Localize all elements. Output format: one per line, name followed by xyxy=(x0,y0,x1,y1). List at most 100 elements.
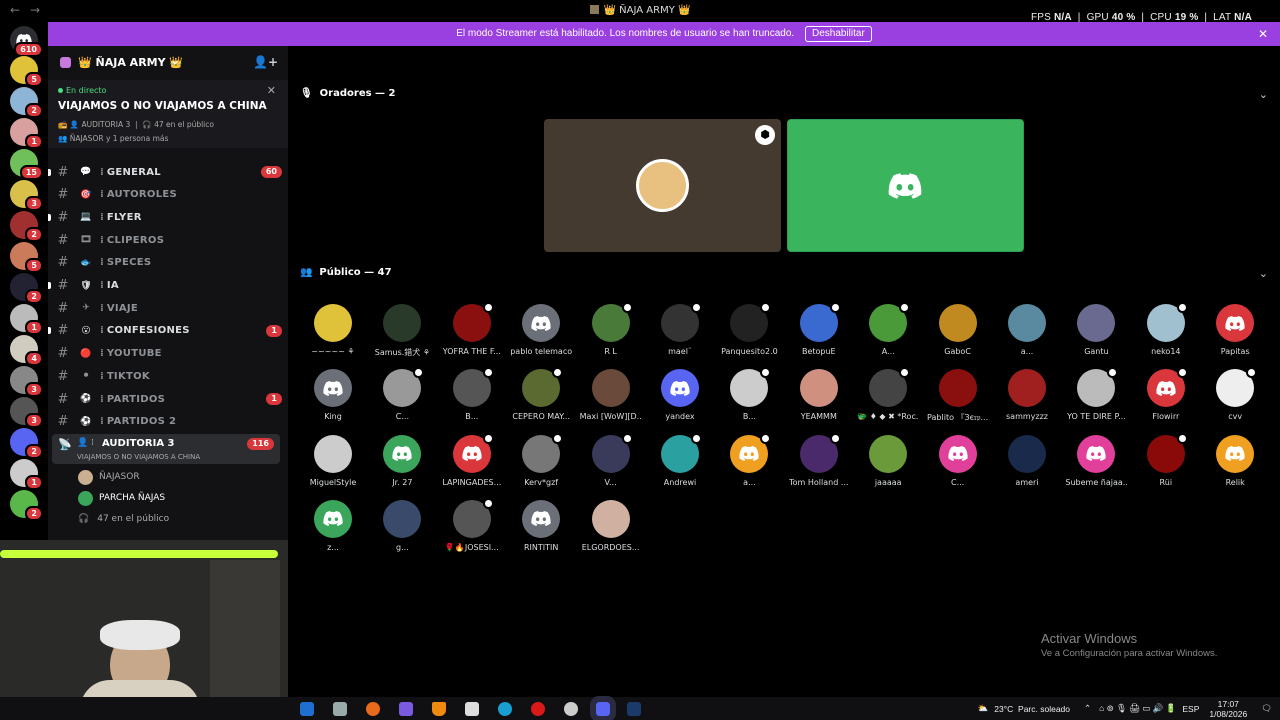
guild-icon[interactable]: 4 xyxy=(10,335,43,366)
audience-member[interactable]: Papitas xyxy=(1204,304,1266,356)
audience-member[interactable]: neko14 xyxy=(1135,302,1197,356)
audience-member[interactable]: King xyxy=(302,369,364,421)
channel-row[interactable]: # 😮 ⁞ CONFESIONES 1 xyxy=(48,321,282,341)
audience-member[interactable]: GaboC xyxy=(927,304,989,356)
audience-member[interactable]: Andrewi xyxy=(649,432,711,487)
audience-member[interactable]: Flowirr xyxy=(1135,367,1197,421)
audience-member[interactable]: YEAMMM xyxy=(788,369,850,421)
audience-member[interactable]: B... xyxy=(718,367,780,421)
audience-member[interactable]: Panquesito2.0 xyxy=(718,302,780,356)
outlook-icon[interactable] xyxy=(300,702,314,716)
guild-icon[interactable]: 2 xyxy=(10,211,43,242)
chevron-down-icon[interactable]: ⌄ xyxy=(1259,88,1268,101)
speaker-tile[interactable]: ⬢ xyxy=(544,119,781,252)
audience-member[interactable]: sammyzzz xyxy=(996,369,1058,421)
channel-row[interactable]: # 🎯 ⁞ AUTOROLES xyxy=(54,185,282,205)
audience-member[interactable]: ~~~~~ ⚘ xyxy=(302,304,364,356)
channel-row[interactable]: # ⚽ ⁞ PARTIDOS 2 xyxy=(54,412,282,432)
audience-member[interactable]: Kerv*gzf xyxy=(510,432,572,487)
audience-member[interactable]: CEPERO MAY... xyxy=(510,367,572,421)
notifications-icon[interactable]: 🗨 xyxy=(1261,703,1272,714)
audience-member[interactable]: MiguelStyle xyxy=(302,434,364,487)
home-button[interactable]: 610 xyxy=(10,26,43,57)
obs-icon[interactable] xyxy=(564,702,578,716)
audience-member[interactable]: Samus.錯犬 ⚘ xyxy=(371,304,433,358)
audience-member[interactable]: Pablito 『Зє𝔯𝔭... xyxy=(927,369,989,423)
server-header[interactable]: 👑 ÑAJA ARMY 👑 ⌄ 👤+ xyxy=(48,46,288,80)
audience-member[interactable]: YO TE DIRE P... xyxy=(1065,367,1127,421)
audience-member[interactable]: a... xyxy=(996,304,1058,356)
audience-member[interactable]: LAPINGADES... xyxy=(441,432,503,487)
close-icon[interactable]: ✕ xyxy=(267,84,276,97)
invite-icon[interactable]: 👤+ xyxy=(253,55,278,69)
discord-icon[interactable] xyxy=(590,696,616,720)
guild-icon[interactable]: 3 xyxy=(10,366,43,397)
audience-member[interactable]: Jr. 27 xyxy=(371,434,433,487)
audience-member[interactable]: A... xyxy=(857,302,919,356)
audience-member[interactable]: YOFRA THE F... xyxy=(441,302,503,356)
channel-auditoria-3[interactable]: 📡 👤 ⁞ AUDITORIA 3 VIAJAMOS O NO VIAJAMOS… xyxy=(52,434,280,464)
audience-member[interactable]: yandex xyxy=(649,369,711,421)
guild-icon[interactable]: 5 xyxy=(10,56,43,87)
audience-member[interactable]: Maxi [WoW][D... xyxy=(580,369,642,421)
file-explorer-icon[interactable] xyxy=(333,702,347,716)
clock[interactable]: 17:07 1/08/2026 xyxy=(1209,699,1247,719)
vlc-icon[interactable] xyxy=(432,702,446,716)
edge-icon[interactable] xyxy=(498,702,512,716)
disable-button[interactable]: Deshabilitar xyxy=(804,26,872,42)
audience-member[interactable]: Rüi xyxy=(1135,432,1197,487)
channel-row[interactable]: # 🐟 ⁞ SPECES xyxy=(54,253,282,273)
audience-member[interactable]: BetopuE xyxy=(788,302,850,356)
language-indicator[interactable]: ESP xyxy=(1182,704,1199,714)
audience-member[interactable]: R L xyxy=(580,302,642,356)
channel-row[interactable]: # 🎞 ⁞ CLIPEROS xyxy=(54,230,282,250)
channel-row[interactable]: # 💻 ⁞ FLYER xyxy=(48,207,282,227)
audience-member[interactable]: RINTITIN xyxy=(510,499,572,552)
firefox-icon[interactable] xyxy=(366,702,380,716)
audience-member[interactable]: Tom Holland ... xyxy=(788,432,850,487)
audience-member[interactable]: 🌹🔥JOSESI... xyxy=(441,497,503,552)
audience-member[interactable]: V... xyxy=(580,432,642,487)
audience-member[interactable]: Subeme ñajaa... xyxy=(1065,434,1127,487)
channel-row[interactable]: # ⚫ ⁞ TIKTOK xyxy=(54,366,282,386)
channel-row[interactable]: # ⚽ ⁞ PARTIDOS 1 xyxy=(54,389,282,409)
tray-icons[interactable]: ⌂ ⊚ 🎙 🖨 ▭ 🔊 🔋 xyxy=(1099,703,1176,714)
audience-member[interactable]: Gantu xyxy=(1065,304,1127,356)
audience-member[interactable]: pablo telemaco xyxy=(510,304,572,356)
channel-row[interactable]: # 💬 ⁞ GENERAL 60 xyxy=(48,162,282,182)
close-icon[interactable]: ✕ xyxy=(1258,22,1268,46)
steam-icon[interactable] xyxy=(627,702,641,716)
live-stage-card[interactable]: En directo ✕ VIAJAMOS O NO VIAJAMOS A CH… xyxy=(48,80,288,148)
channel-row[interactable]: # ✈ ⁞ VIAJE xyxy=(54,298,282,318)
guild-icon[interactable]: 3 xyxy=(10,180,43,211)
audience-member[interactable]: B... xyxy=(441,367,503,421)
guild-icon[interactable]: 1 xyxy=(10,304,43,335)
guild-icon[interactable]: 1 xyxy=(10,459,43,490)
tray-chevron-icon[interactable]: ⌃ xyxy=(1084,703,1091,714)
audience-member[interactable]: Relik xyxy=(1204,434,1266,487)
channel-row[interactable]: # 🔴 ⁞ YOUTUBE xyxy=(54,344,282,364)
opera-icon[interactable] xyxy=(531,702,545,716)
guild-icon[interactable]: 2 xyxy=(10,428,43,459)
copilot-icon[interactable] xyxy=(399,702,413,716)
audience-member[interactable]: C... xyxy=(371,367,433,421)
guild-icon[interactable]: 2 xyxy=(10,490,43,521)
audience-member[interactable]: C... xyxy=(927,434,989,487)
audience-member[interactable]: g... xyxy=(371,499,433,552)
speaker-tile[interactable] xyxy=(787,119,1024,252)
audience-member[interactable]: z... xyxy=(302,499,364,552)
chevron-down-icon[interactable]: ⌄ xyxy=(1259,267,1268,280)
audience-member[interactable]: jaaaaa xyxy=(857,434,919,487)
channel-row[interactable]: # 🛡 ⁞ IA xyxy=(48,276,282,296)
guild-icon[interactable]: 1 xyxy=(10,118,43,149)
audience-member[interactable]: ameri xyxy=(996,434,1058,487)
stage-member[interactable]: PARCHA ÑAJAS xyxy=(78,489,165,507)
stage-member[interactable]: ÑAJASOR xyxy=(78,468,140,486)
store-icon[interactable] xyxy=(465,702,479,716)
audience-member[interactable]: mael¨ xyxy=(649,302,711,356)
guild-icon[interactable]: 5 xyxy=(10,242,43,273)
audience-member[interactable]: ELGORDOES... xyxy=(580,499,642,552)
audience-member[interactable]: 🐲 ♦ ◆ ✖ *Roc... xyxy=(857,367,919,421)
guild-icon[interactable]: 2 xyxy=(10,273,43,304)
guild-icon[interactable]: 3 xyxy=(10,397,43,428)
